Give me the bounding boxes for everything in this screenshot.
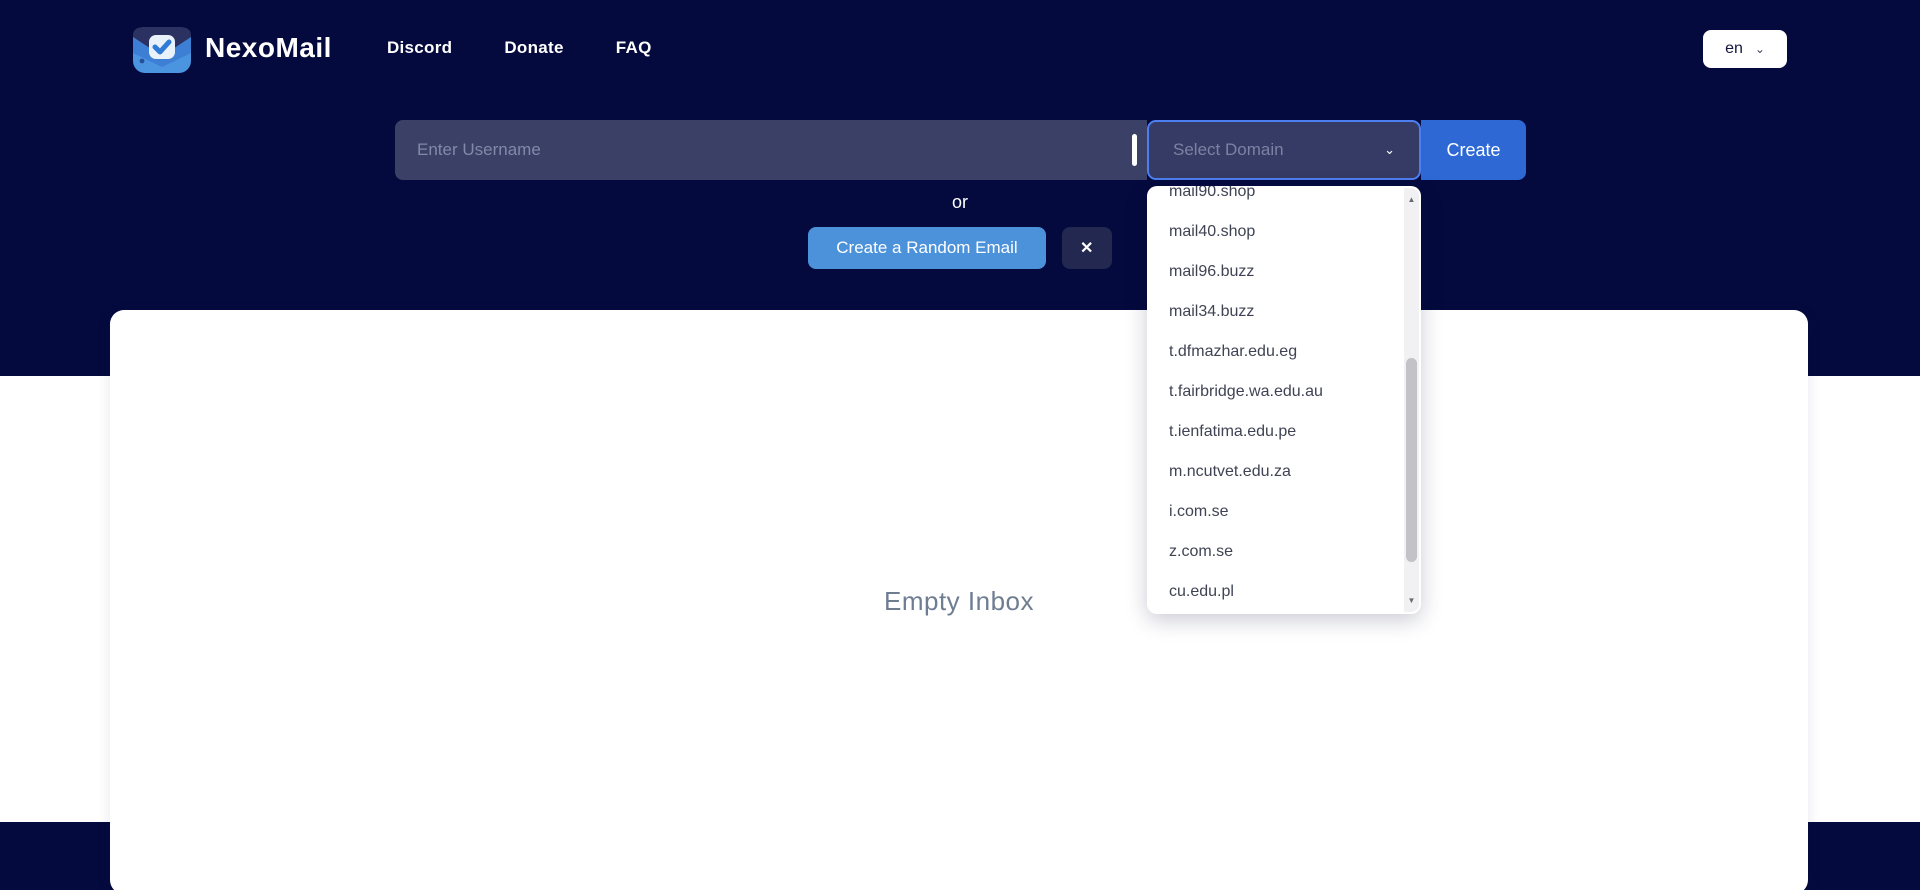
domain-dropdown-menu: mail90.shop mail40.shop mail96.buzz mail34.… xyxy=(1147,186,1421,614)
domain-select-placeholder: Select Domain xyxy=(1173,140,1284,159)
username-input[interactable] xyxy=(395,120,1147,180)
domain-option[interactable]: i.com.se xyxy=(1147,492,1403,532)
domain-option[interactable]: m.ncutvet.edu.za xyxy=(1147,452,1403,492)
dropdown-scrollbar[interactable]: ▲ ▼ xyxy=(1404,188,1419,612)
domain-option[interactable]: mail34.buzz xyxy=(1147,292,1403,332)
domain-option[interactable]: t.fairbridge.wa.edu.au xyxy=(1147,372,1403,412)
chevron-down-icon: ⌄ xyxy=(1384,142,1395,157)
language-selected-value: en xyxy=(1725,40,1743,57)
scrollbar-thumb[interactable] xyxy=(1406,358,1417,562)
nav-link-faq[interactable]: FAQ xyxy=(616,38,652,58)
domain-option[interactable]: t.dfmazhar.edu.eg xyxy=(1147,332,1403,372)
envelope-check-icon xyxy=(133,27,191,73)
brand-name: NexoMail xyxy=(205,32,332,63)
top-header: NexoMail Discord Donate FAQ en ⌄ xyxy=(0,0,1920,96)
domain-option[interactable]: t.ienfatima.edu.pe xyxy=(1147,412,1403,452)
random-email-row: Create a Random Email ✕ xyxy=(0,227,1920,269)
input-divider xyxy=(1132,134,1137,166)
scroll-down-icon[interactable]: ▼ xyxy=(1404,593,1419,608)
create-random-email-button[interactable]: Create a Random Email xyxy=(808,227,1046,269)
domain-option[interactable]: mail90.shop xyxy=(1147,186,1403,212)
domain-option[interactable]: z.com.se xyxy=(1147,532,1403,572)
inbox-panel: Empty Inbox xyxy=(110,310,1808,890)
email-create-form: Select Domain ⌄ Create xyxy=(395,120,1526,180)
or-separator-label: or xyxy=(951,192,968,212)
domain-select[interactable]: Select Domain ⌄ xyxy=(1147,120,1421,180)
domain-option-list: mail90.shop mail40.shop mail96.buzz mail34.… xyxy=(1147,186,1403,612)
chevron-down-icon: ⌄ xyxy=(1754,42,1765,56)
nav-link-donate[interactable]: Donate xyxy=(504,38,563,58)
brand-home-link[interactable]: NexoMail xyxy=(133,23,332,73)
create-button[interactable]: Create xyxy=(1421,120,1526,180)
nav-link-discord[interactable]: Discord xyxy=(387,38,452,58)
scroll-up-icon[interactable]: ▲ xyxy=(1404,192,1419,207)
main-nav: Discord Donate FAQ xyxy=(387,38,652,58)
domain-option[interactable]: cu.edu.pl xyxy=(1147,572,1403,612)
language-select[interactable]: en ⌄ xyxy=(1703,30,1787,68)
empty-inbox-message: Empty Inbox xyxy=(883,585,1034,616)
close-icon: ✕ xyxy=(1080,240,1094,257)
domain-option[interactable]: mail96.buzz xyxy=(1147,252,1403,292)
domain-option[interactable]: mail40.shop xyxy=(1147,212,1403,252)
close-button[interactable]: ✕ xyxy=(1061,227,1112,269)
